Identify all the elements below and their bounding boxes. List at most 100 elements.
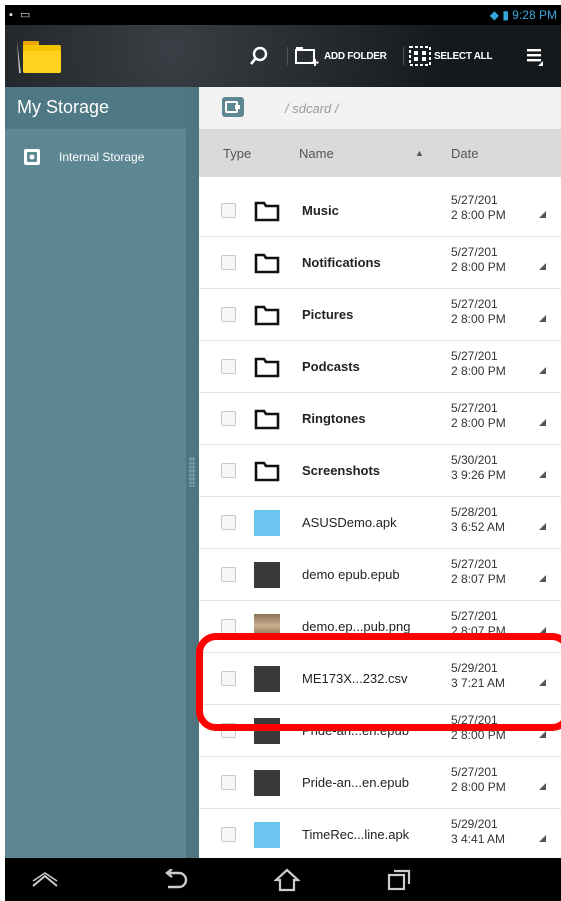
file-name: ASUSDemo.apk	[302, 515, 397, 530]
file-row[interactable]: Pictures 5/27/201 2 8:00 PM	[199, 289, 561, 341]
add-folder-button[interactable]: ADD FOLDER	[295, 43, 387, 69]
folder-icon	[254, 250, 280, 276]
sd-card-icon[interactable]	[221, 96, 245, 118]
file-row[interactable]: Ringtones 5/27/201 2 8:00 PM	[199, 393, 561, 445]
file-checkbox[interactable]	[221, 307, 236, 322]
file-date: 5/27/201 2 8:00 PM	[451, 349, 506, 378]
action-separator	[287, 47, 288, 65]
file-name: demo epub.epub	[302, 567, 400, 582]
folder-icon	[254, 198, 280, 224]
file-name: Ringtones	[302, 411, 366, 426]
file-row[interactable]: demo epub.epub 5/27/201 2 8:07 PM	[199, 549, 561, 601]
select-all-label: SELECT ALL	[434, 50, 493, 62]
more-options-icon[interactable]	[539, 835, 546, 842]
file-row[interactable]: Notifications 5/27/201 2 8:00 PM	[199, 237, 561, 289]
file-checkbox[interactable]	[221, 671, 236, 686]
back-button[interactable]	[155, 866, 195, 894]
more-options-icon[interactable]	[539, 679, 546, 686]
file-row[interactable]: Podcasts 5/27/201 2 8:00 PM	[199, 341, 561, 393]
file-name: Music	[302, 203, 339, 218]
file-checkbox[interactable]	[221, 515, 236, 530]
folder-icon	[254, 354, 280, 380]
column-date[interactable]: Date	[451, 146, 478, 161]
file-checkbox[interactable]	[221, 411, 236, 426]
more-options-icon[interactable]	[539, 783, 546, 790]
file-checkbox[interactable]	[221, 203, 236, 218]
column-name[interactable]: Name	[299, 146, 334, 161]
splitter-grip-icon[interactable]	[189, 457, 195, 487]
folder-icon	[254, 458, 280, 484]
more-options-icon[interactable]	[539, 627, 546, 634]
search-button[interactable]	[243, 43, 275, 69]
file-date: 5/27/201 2 8:07 PM	[451, 557, 506, 586]
epub-file-icon	[254, 562, 280, 588]
file-date: 5/27/201 2 8:00 PM	[451, 245, 506, 274]
recents-button[interactable]	[379, 866, 419, 894]
more-options-icon[interactable]	[539, 263, 546, 270]
file-date: 5/27/201 2 8:00 PM	[451, 401, 506, 430]
file-checkbox[interactable]	[221, 463, 236, 478]
file-checkbox[interactable]	[221, 723, 236, 738]
more-options-icon[interactable]	[539, 419, 546, 426]
path-breadcrumb[interactable]: / sdcard /	[285, 101, 338, 116]
file-list: Music 5/27/201 2 8:00 PM Notifications 5/27…	[199, 185, 561, 861]
file-checkbox[interactable]	[221, 567, 236, 582]
file-checkbox[interactable]	[221, 255, 236, 270]
file-date: 5/27/201 2 8:00 PM	[451, 765, 506, 794]
pane-splitter[interactable]	[186, 87, 199, 858]
more-options-icon[interactable]	[539, 471, 546, 478]
status-right: ◆ ▮ 9:28 PM	[490, 8, 557, 22]
file-checkbox[interactable]	[221, 775, 236, 790]
wifi-icon: ◆	[489, 8, 499, 22]
file-checkbox[interactable]	[221, 359, 236, 374]
more-options-icon[interactable]	[539, 731, 546, 738]
file-checkbox[interactable]	[221, 619, 236, 634]
more-options-icon[interactable]	[539, 211, 546, 218]
file-row[interactable]: ASUSDemo.apk 5/28/201 3 6:52 AM	[199, 497, 561, 549]
file-row[interactable]: Pride-an...en.epub 5/27/201 2 8:00 PM	[199, 705, 561, 757]
file-row[interactable]: Screenshots 5/30/201 3 9:26 PM	[199, 445, 561, 497]
file-row[interactable]: TimeRec...line.apk 5/29/201 3 4:41 AM	[199, 809, 561, 861]
column-header: Type Name ▲ Date	[199, 129, 561, 177]
menu-button[interactable]	[521, 43, 549, 69]
file-name: demo.ep...pub.png	[302, 619, 411, 634]
image-thumbnail-icon	[254, 614, 280, 640]
epub-file-icon	[254, 770, 280, 796]
sidebar-item-internal-storage[interactable]: Internal Storage	[5, 139, 186, 175]
more-options-icon[interactable]	[539, 315, 546, 322]
file-row[interactable]: Pride-an...en.epub 5/27/201 2 8:00 PM	[199, 757, 561, 809]
sidebar: My Storage Internal Storage	[5, 87, 186, 858]
file-row[interactable]: demo.ep...pub.png 5/27/201 2 8:07 PM	[199, 601, 561, 653]
clock: 9:28 PM	[512, 8, 557, 22]
add-folder-icon	[295, 47, 319, 66]
folder-icon[interactable]	[15, 39, 63, 75]
file-date: 5/27/201 2 8:00 PM	[451, 193, 506, 222]
select-all-button[interactable]: SELECT ALL	[409, 43, 493, 69]
battery-icon: ▮	[502, 8, 509, 22]
action-bar: ADD FOLDER SELECT ALL	[5, 25, 561, 87]
storage-icon	[24, 149, 40, 165]
menu-icon	[527, 49, 543, 66]
back-icon	[165, 869, 188, 889]
home-icon	[274, 868, 300, 892]
add-folder-label: ADD FOLDER	[324, 50, 387, 62]
file-date: 5/29/201 3 7:21 AM	[451, 661, 506, 690]
file-row[interactable]: ME173X...232.csv 5/29/201 3 7:21 AM	[199, 653, 561, 705]
more-options-icon[interactable]	[539, 575, 546, 582]
column-type[interactable]: Type	[223, 146, 251, 161]
sort-ascending-icon: ▲	[415, 148, 424, 158]
more-options-icon[interactable]	[539, 523, 546, 530]
folder-icon	[254, 302, 280, 328]
file-row[interactable]: Music 5/27/201 2 8:00 PM	[199, 185, 561, 237]
file-date: 5/27/201 2 8:00 PM	[451, 297, 506, 326]
more-options-icon[interactable]	[539, 367, 546, 374]
up-button[interactable]	[25, 866, 65, 894]
file-checkbox[interactable]	[221, 827, 236, 842]
folder-icon	[254, 406, 280, 432]
file-name: Podcasts	[302, 359, 360, 374]
sidebar-title: My Storage	[5, 87, 186, 129]
epub-file-icon	[254, 718, 280, 744]
home-button[interactable]	[267, 866, 307, 894]
search-icon	[250, 46, 268, 65]
recents-icon	[387, 869, 411, 891]
